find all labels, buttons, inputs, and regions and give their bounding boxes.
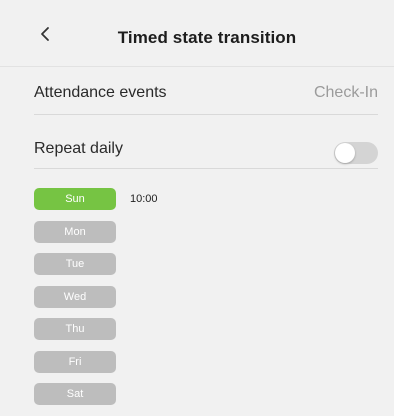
- repeat-daily-row: Repeat daily: [34, 126, 378, 182]
- repeat-daily-toggle[interactable]: [334, 142, 378, 164]
- attendance-events-row[interactable]: Attendance events Check-In: [34, 70, 378, 126]
- schedule-time[interactable]: 10:00: [130, 193, 158, 205]
- day-button-fri[interactable]: Fri: [34, 350, 116, 373]
- divider: [34, 114, 378, 115]
- day-button-sat[interactable]: Sat: [34, 383, 116, 405]
- page-title: Timed state transition: [117, 28, 297, 47]
- day-list: Sun Mon Tue Wed Thu Fri Sat: [34, 188, 118, 416]
- screen: Timed state transition Attendance events…: [0, 0, 394, 410]
- day-button-tue[interactable]: Tue: [34, 253, 116, 275]
- repeat-daily-label: Repeat daily: [34, 140, 123, 157]
- attendance-events-label: Attendance events: [34, 84, 167, 101]
- day-button-thu[interactable]: Thu: [34, 318, 116, 340]
- toggle-knob: [335, 143, 355, 163]
- day-button-mon[interactable]: Mon: [34, 220, 116, 243]
- day-button-wed[interactable]: Wed: [34, 285, 116, 308]
- header-bar: Timed state transition: [0, 0, 394, 67]
- divider: [34, 168, 378, 169]
- attendance-events-value: Check-In: [313, 84, 378, 101]
- day-button-sun[interactable]: Sun: [34, 188, 116, 210]
